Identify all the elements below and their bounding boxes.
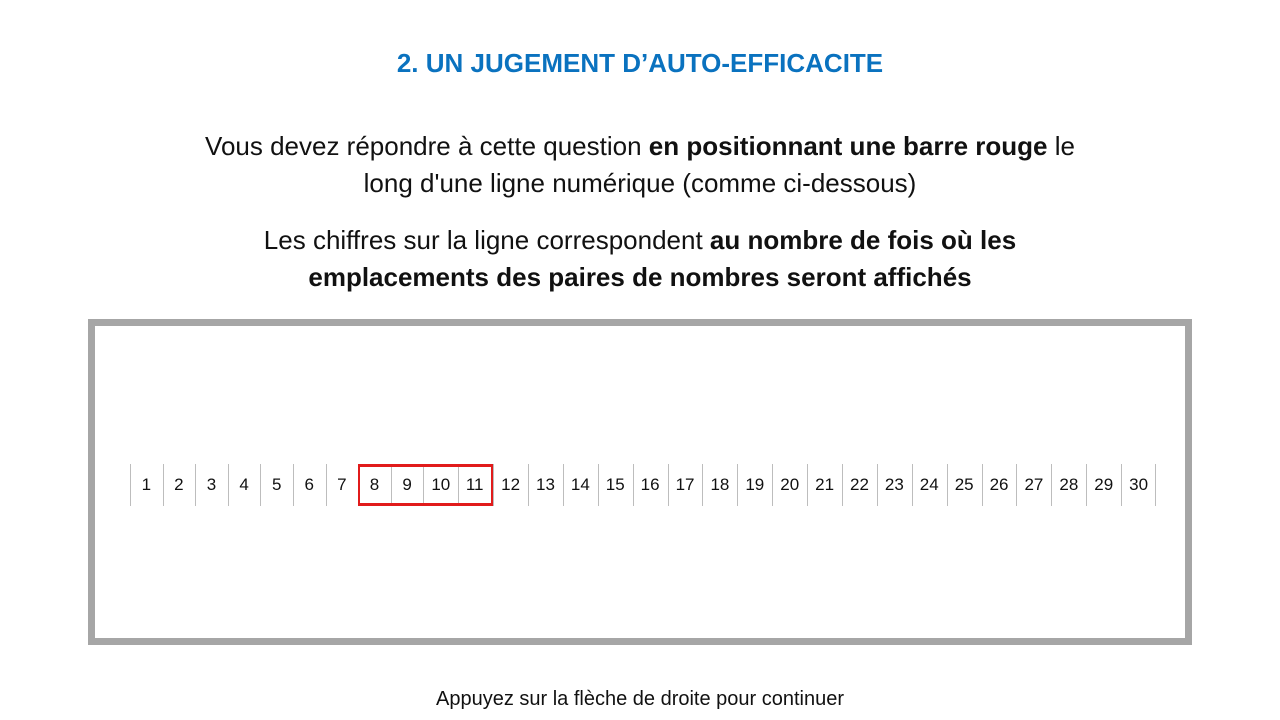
instruction-1-emphasis: en positionnant une barre rouge xyxy=(648,131,1048,161)
scale-cell-27[interactable]: 27 xyxy=(1016,464,1051,506)
scale-cell-7[interactable]: 7 xyxy=(325,464,359,506)
scale-cell-12[interactable]: 12 xyxy=(493,464,528,506)
scale-cell-17[interactable]: 17 xyxy=(667,464,703,506)
scale-cell-14[interactable]: 14 xyxy=(562,464,598,506)
scale-cell-8[interactable]: 8 xyxy=(358,464,391,506)
instruction-paragraph-1: Vous devez répondre à cette question en … xyxy=(190,128,1090,202)
scale-cell-3[interactable]: 3 xyxy=(195,464,228,506)
instruction-1-text-a: Vous devez répondre à cette question xyxy=(205,131,649,161)
scale-cell-29[interactable]: 29 xyxy=(1086,464,1121,506)
scale-cell-30[interactable]: 30 xyxy=(1121,464,1156,506)
instruction-2-text-a: Les chiffres sur la ligne correspondent xyxy=(263,225,710,255)
scale-cell-22[interactable]: 22 xyxy=(842,464,877,506)
scale-cell-26[interactable]: 26 xyxy=(981,464,1017,506)
scale-cell-21[interactable]: 21 xyxy=(807,464,842,506)
scale-cell-24[interactable]: 24 xyxy=(911,464,947,506)
scale-cell-25[interactable]: 25 xyxy=(946,464,982,506)
scale-cell-16[interactable]: 16 xyxy=(632,464,668,506)
continue-instruction: Appuyez sur la flèche de droite pour con… xyxy=(435,688,845,710)
scale-cell-6[interactable]: 6 xyxy=(292,464,326,506)
scale-cell-4[interactable]: 4 xyxy=(227,464,261,506)
scale-cell-10[interactable]: 10 xyxy=(423,464,459,506)
number-line-scale[interactable]: 1 2 3 4 5 6 7 8 9 10 11 12 13 14 15 16 17 18 19 20 21 22 23 24 2… xyxy=(130,464,1156,506)
instruction-paragraph-2: Les chiffres sur la ligne correspondent … xyxy=(190,222,1090,296)
page-title: 2. UN JUGEMENT D’AUTO-EFFICACITE xyxy=(396,48,884,78)
scale-cell-18[interactable]: 18 xyxy=(702,464,737,506)
scale-cell-5[interactable]: 5 xyxy=(260,464,293,506)
scale-cell-13[interactable]: 13 xyxy=(528,464,563,506)
scale-cell-1[interactable]: 1 xyxy=(130,464,163,506)
scale-cell-23[interactable]: 23 xyxy=(876,464,912,506)
scale-cell-19[interactable]: 19 xyxy=(737,464,772,506)
scale-cell-20[interactable]: 20 xyxy=(772,464,807,506)
scale-cell-9[interactable]: 9 xyxy=(390,464,424,506)
scale-cell-28[interactable]: 28 xyxy=(1051,464,1086,506)
scale-cell-11[interactable]: 11 xyxy=(458,464,494,506)
scale-cell-15[interactable]: 15 xyxy=(597,464,633,506)
scale-cell-2[interactable]: 2 xyxy=(162,464,196,506)
